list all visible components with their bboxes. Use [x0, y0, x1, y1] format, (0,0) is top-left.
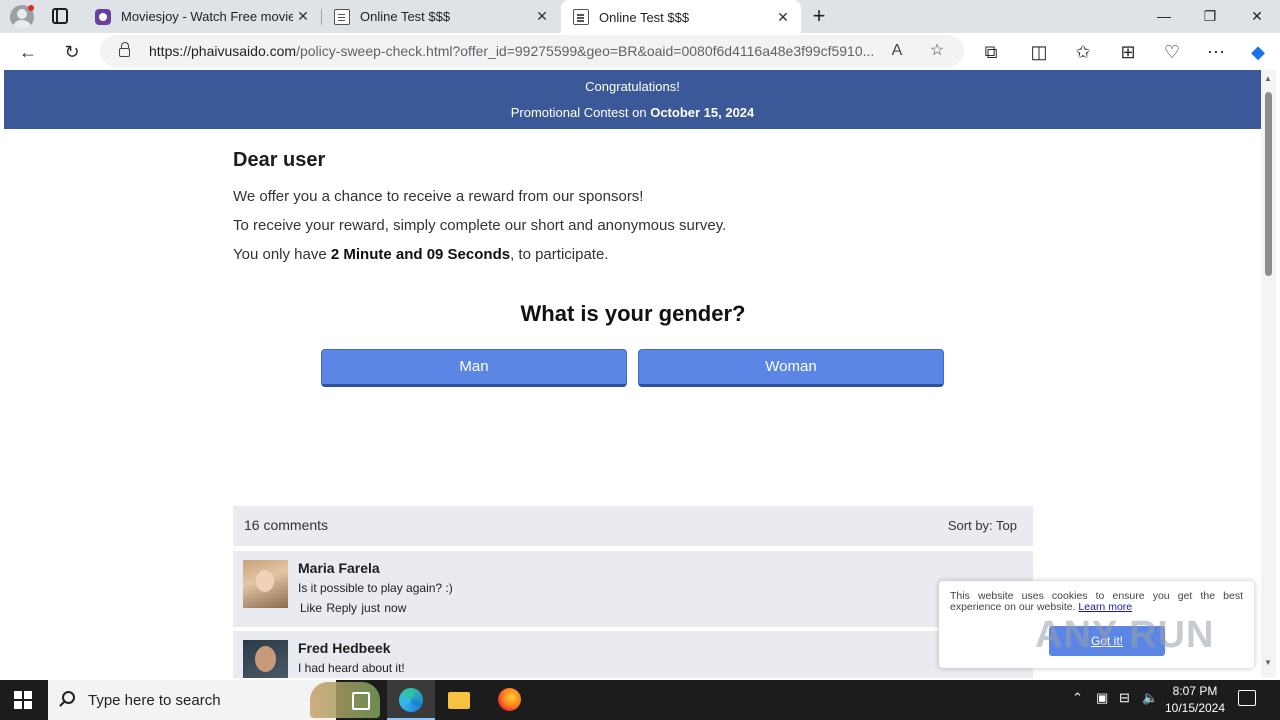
tab-online-test-1[interactable]: Online Test $$$ ✕: [322, 0, 560, 33]
cookie-consent-popup: This website uses cookies to ensure you …: [939, 581, 1254, 668]
refresh-icon[interactable]: ↻: [57, 37, 87, 67]
comment-author: Maria Farela: [298, 560, 380, 576]
comment-actions[interactable]: Like Reply just now: [300, 601, 406, 615]
greeting-heading: Dear user: [233, 149, 326, 171]
clock-time: 8:07 PM: [1172, 684, 1218, 698]
notification-center-icon[interactable]: [1238, 690, 1256, 706]
read-aloud-icon[interactable]: A: [884, 38, 910, 64]
tab-title: Online Test $$$: [360, 9, 451, 24]
cookie-text: This website uses cookies to ensure you …: [950, 591, 1243, 613]
minimize-button[interactable]: —: [1141, 0, 1187, 33]
file-explorer-icon[interactable]: [435, 680, 483, 720]
tab-title: Moviesjoy - Watch Free movies &: [121, 9, 293, 24]
tab-title: Online Test $$$: [599, 9, 690, 25]
meet-now-icon[interactable]: ▣: [1096, 690, 1108, 706]
survey-question: What is your gender?: [520, 301, 746, 326]
scroll-up-arrow-icon[interactable]: ▲: [1264, 74, 1272, 83]
intro-line-3-suffix: , to participate.: [510, 246, 609, 263]
intro-line-1: We offer you a chance to receive a rewar…: [233, 188, 644, 205]
promo-banner: Congratulations! Promotional Contest on …: [4, 70, 1261, 129]
document-icon: [573, 9, 589, 25]
address-bar[interactable]: https://phaivusaido.com/policy-sweep-che…: [100, 35, 964, 67]
search-icon: [62, 691, 75, 704]
back-arrow-icon[interactable]: ←: [13, 37, 43, 67]
document-icon: [334, 8, 350, 25]
learn-more-link[interactable]: Learn more: [1078, 601, 1132, 613]
windows-taskbar: Type here to search ⌃ ▣ ⊟ 🔈 8:07 PM 10/1…: [0, 680, 1280, 720]
movie-icon: [95, 8, 111, 25]
close-tab-icon[interactable]: ✕: [773, 9, 793, 26]
intro-line-2: To receive your reward, simply complete …: [233, 217, 727, 234]
sort-by-control[interactable]: Sort by: Top: [948, 518, 1017, 533]
banner-congrats: Congratulations!: [585, 79, 680, 94]
banner-contest-prefix: Promotional Contest on: [510, 105, 651, 120]
edge-browser-icon[interactable]: [387, 680, 435, 720]
taskbar-clock[interactable]: 8:07 PM 10/15/2024: [1160, 683, 1230, 717]
scroll-down-arrow-icon[interactable]: ▼: [1264, 658, 1272, 667]
tab-moviesjoy[interactable]: Moviesjoy - Watch Free movies & ✕: [83, 0, 321, 33]
banner-contest: Promotional Contest on October 15, 2024: [4, 105, 1261, 120]
tab-online-test-active[interactable]: Online Test $$$ ✕: [561, 0, 801, 34]
search-placeholder: Type here to search: [88, 692, 221, 709]
url-text[interactable]: https://phaivusaido.com/policy-sweep-che…: [149, 43, 889, 59]
avatar: [243, 560, 288, 608]
favorites-icon[interactable]: ✩: [1068, 37, 1098, 67]
intro-line-3: You only have 2 Minute and 09 Seconds, t…: [233, 246, 608, 263]
url-host: https://phaivusaido.com: [149, 43, 297, 59]
maximize-button[interactable]: ❐: [1187, 0, 1233, 33]
answer-man-button[interactable]: Man: [321, 349, 627, 387]
comment-text: Is it possible to play again? :): [298, 581, 453, 595]
comment-text: I had heard about it!: [298, 661, 405, 675]
new-tab-button[interactable]: +: [808, 4, 830, 28]
close-window-button[interactable]: ✕: [1234, 0, 1280, 33]
answer-woman-button[interactable]: Woman: [638, 349, 944, 387]
anyrun-watermark: ANY RUN: [1035, 614, 1215, 656]
countdown-time: 2 Minute and 09 Seconds: [330, 246, 511, 263]
network-icon[interactable]: ⊟: [1119, 690, 1130, 706]
clock-date: 10/15/2024: [1164, 701, 1226, 715]
comment-item: Maria Farela Is it possible to play agai…: [233, 551, 1033, 627]
page-scrollbar[interactable]: ▲ ▼: [1261, 70, 1276, 678]
task-view-icon[interactable]: [336, 680, 384, 720]
tab-actions-icon[interactable]: [52, 8, 68, 24]
firefox-icon[interactable]: [485, 680, 533, 720]
comments-header: 16 comments Sort by: Top: [233, 506, 1033, 546]
banner-contest-date: October 15, 2024: [650, 105, 755, 120]
scrollbar-thumb[interactable]: [1265, 92, 1272, 276]
web-page: Congratulations! Promotional Contest on …: [4, 70, 1261, 678]
close-tab-icon[interactable]: ✕: [293, 8, 313, 25]
intro-line-3-prefix: You only have: [233, 246, 331, 263]
taskbar-search-box[interactable]: Type here to search: [48, 680, 380, 720]
collections-icon[interactable]: ⊞: [1113, 37, 1143, 67]
copilot-icon[interactable]: ◆: [1243, 37, 1273, 67]
comments-count: 16 comments: [244, 517, 329, 533]
notification-dot: [28, 5, 34, 11]
windows-start-icon[interactable]: [14, 691, 32, 709]
extensions-icon[interactable]: ⧉: [976, 37, 1006, 67]
comment-author: Fred Hedbeek: [298, 640, 391, 656]
browser-essentials-icon[interactable]: ♡: [1157, 37, 1187, 67]
avatar: [243, 640, 288, 678]
favorite-star-icon[interactable]: ☆: [924, 38, 950, 64]
volume-icon[interactable]: 🔈: [1142, 690, 1158, 706]
more-menu-icon[interactable]: ⋯: [1201, 37, 1231, 67]
browser-title-bar: Moviesjoy - Watch Free movies & ✕ Online…: [0, 0, 1280, 34]
lock-icon[interactable]: [119, 42, 130, 57]
show-hidden-icons-chevron-icon[interactable]: ⌃: [1072, 690, 1083, 706]
split-screen-icon[interactable]: ◫: [1024, 37, 1054, 67]
url-path: /policy-sweep-check.html?offer_id=992755…: [296, 43, 875, 59]
browser-toolbar: ← ↻ https://phaivusaido.com/policy-sweep…: [0, 33, 1280, 70]
close-tab-icon[interactable]: ✕: [532, 8, 552, 25]
comment-item: Fred Hedbeek I had heard about it!: [233, 631, 1033, 678]
